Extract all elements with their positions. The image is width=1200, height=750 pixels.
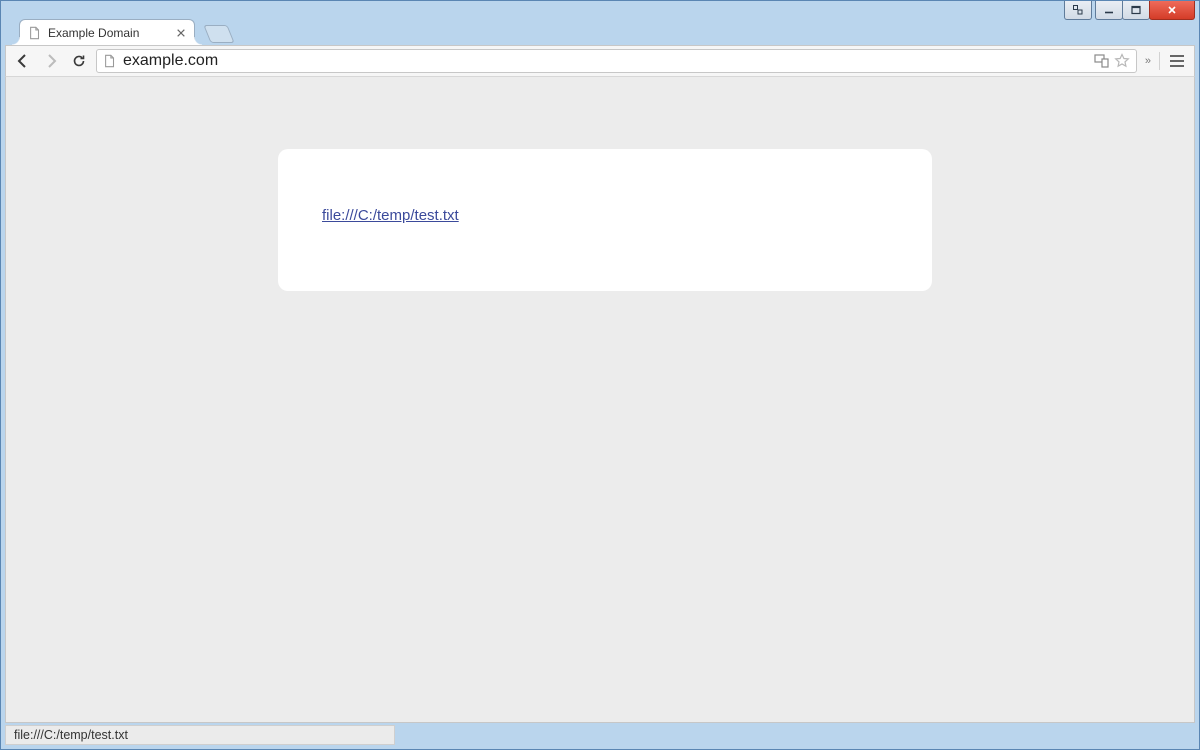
close-window-button[interactable] bbox=[1149, 1, 1195, 20]
status-bar: file:///C:/temp/test.txt bbox=[5, 725, 395, 745]
page-viewport: file:///C:/temp/test.txt bbox=[5, 77, 1195, 723]
browser-toolbar: » bbox=[5, 45, 1195, 77]
url-input[interactable] bbox=[123, 52, 1088, 70]
omnibox-actions bbox=[1094, 53, 1130, 69]
file-link[interactable]: file:///C:/temp/test.txt bbox=[322, 207, 459, 224]
content-card: file:///C:/temp/test.txt bbox=[278, 149, 932, 291]
address-bar[interactable] bbox=[96, 49, 1137, 73]
tab-title: Example Domain bbox=[48, 26, 139, 40]
close-icon bbox=[176, 28, 186, 38]
forward-button[interactable] bbox=[40, 50, 62, 72]
back-button[interactable] bbox=[12, 50, 34, 72]
reload-icon bbox=[71, 53, 87, 69]
overflow-button[interactable]: » bbox=[1143, 55, 1153, 67]
devices-icon[interactable] bbox=[1094, 53, 1110, 69]
tab-strip: Example Domain bbox=[19, 19, 1193, 45]
maximize-button[interactable] bbox=[1122, 1, 1150, 20]
chrome-menu-button[interactable] bbox=[1166, 50, 1188, 72]
new-tab-button[interactable] bbox=[203, 25, 234, 43]
reload-button[interactable] bbox=[68, 50, 90, 72]
status-text: file:///C:/temp/test.txt bbox=[14, 728, 128, 742]
window-controls bbox=[1065, 1, 1195, 21]
file-icon bbox=[28, 26, 42, 40]
toolbar-separator bbox=[1159, 52, 1160, 70]
menu-icon bbox=[1170, 55, 1184, 57]
arrow-right-icon bbox=[43, 53, 59, 69]
star-icon[interactable] bbox=[1114, 53, 1130, 69]
file-icon bbox=[103, 54, 117, 68]
minimize-button[interactable] bbox=[1095, 1, 1123, 20]
tab-close-button[interactable] bbox=[174, 26, 188, 40]
window-assist-button[interactable] bbox=[1064, 1, 1092, 20]
arrow-left-icon bbox=[15, 53, 31, 69]
browser-tab[interactable]: Example Domain bbox=[19, 19, 195, 45]
